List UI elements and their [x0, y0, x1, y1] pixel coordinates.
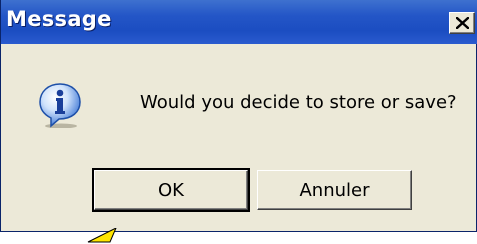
message-dialog: Message Would you decide to store or sav… [0, 0, 477, 232]
dialog-content: Would you decide to store or save? OK An… [1, 44, 477, 232]
info-icon [39, 83, 81, 128]
dialog-title: Message [6, 7, 112, 31]
mouse-pointer-icon [87, 228, 117, 243]
title-bar[interactable]: Message [1, 0, 477, 44]
ok-button-label: OK [158, 179, 184, 201]
cancel-button-label: Annuler [299, 179, 370, 201]
cancel-button[interactable]: Annuler [257, 170, 412, 210]
message-text: Would you decide to store or save? [140, 92, 457, 113]
ok-button[interactable]: OK [92, 168, 250, 212]
close-button[interactable] [449, 12, 475, 34]
close-icon [456, 17, 469, 29]
